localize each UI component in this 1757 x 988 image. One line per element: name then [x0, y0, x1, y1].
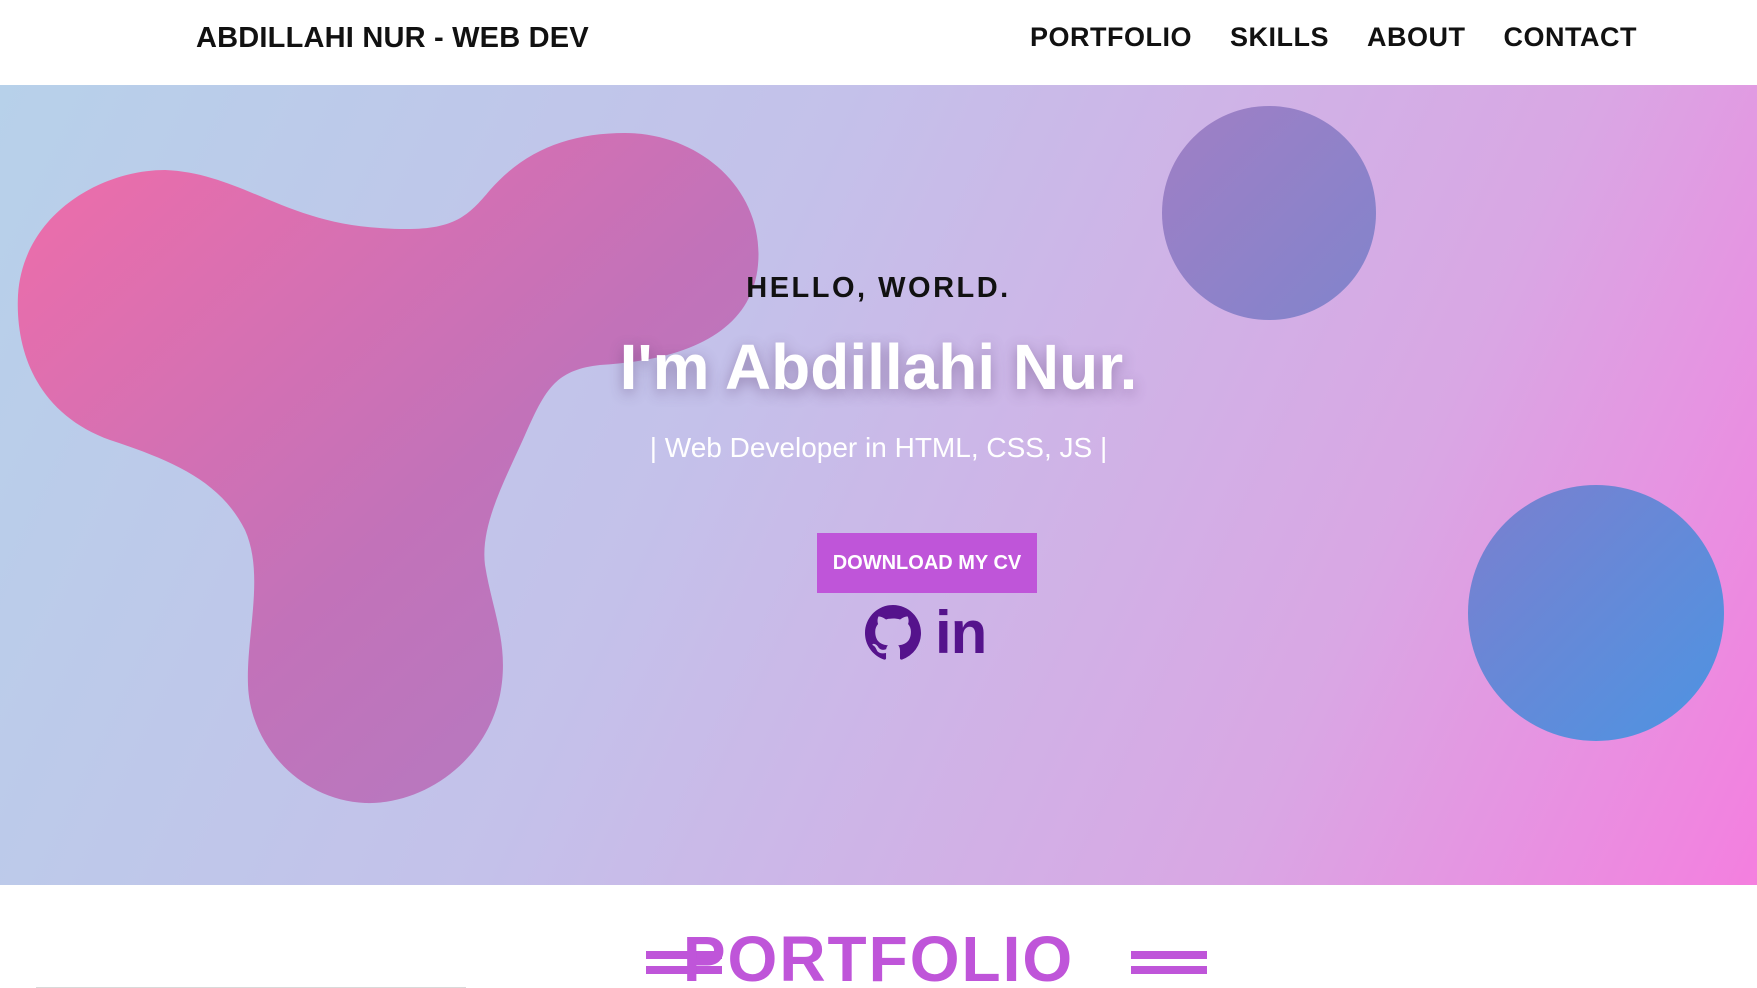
nav-link-about[interactable]: ABOUT: [1367, 22, 1466, 53]
hero-headline: I'm Abdillahi Nur.: [619, 331, 1138, 403]
github-icon[interactable]: [865, 605, 921, 661]
download-cv-button[interactable]: DOWNLOAD MY CV: [817, 533, 1037, 593]
linkedin-icon[interactable]: in: [935, 603, 987, 663]
decorative-blob: [17, 133, 759, 804]
portfolio-title: PORTFOLIO: [682, 923, 1075, 988]
portfolio-section: PORTFOLIO: [0, 885, 1757, 988]
hero-section: HELLO, WORLD. I'm Abdillahi Nur. | Web D…: [0, 85, 1757, 885]
page: ABDILLAHI NUR - WEB DEV PORTFOLIO SKILLS…: [0, 0, 1757, 988]
nav-link-contact[interactable]: CONTACT: [1504, 22, 1637, 53]
title-decoration-right: [1131, 951, 1207, 981]
social-links: in: [865, 603, 987, 663]
decorative-circle: [1468, 485, 1724, 741]
hero-subtitle: | Web Developer in HTML, CSS, JS |: [649, 432, 1108, 463]
nav-link-portfolio[interactable]: PORTFOLIO: [1030, 22, 1192, 53]
brand-logo[interactable]: ABDILLAHI NUR - WEB DEV: [196, 22, 589, 55]
hero-greeting: HELLO, WORLD.: [746, 272, 1011, 304]
nav-link-skills[interactable]: SKILLS: [1230, 22, 1329, 53]
main-nav: PORTFOLIO SKILLS ABOUT CONTACT: [1030, 22, 1637, 53]
site-header: ABDILLAHI NUR - WEB DEV PORTFOLIO SKILLS…: [0, 0, 1757, 85]
